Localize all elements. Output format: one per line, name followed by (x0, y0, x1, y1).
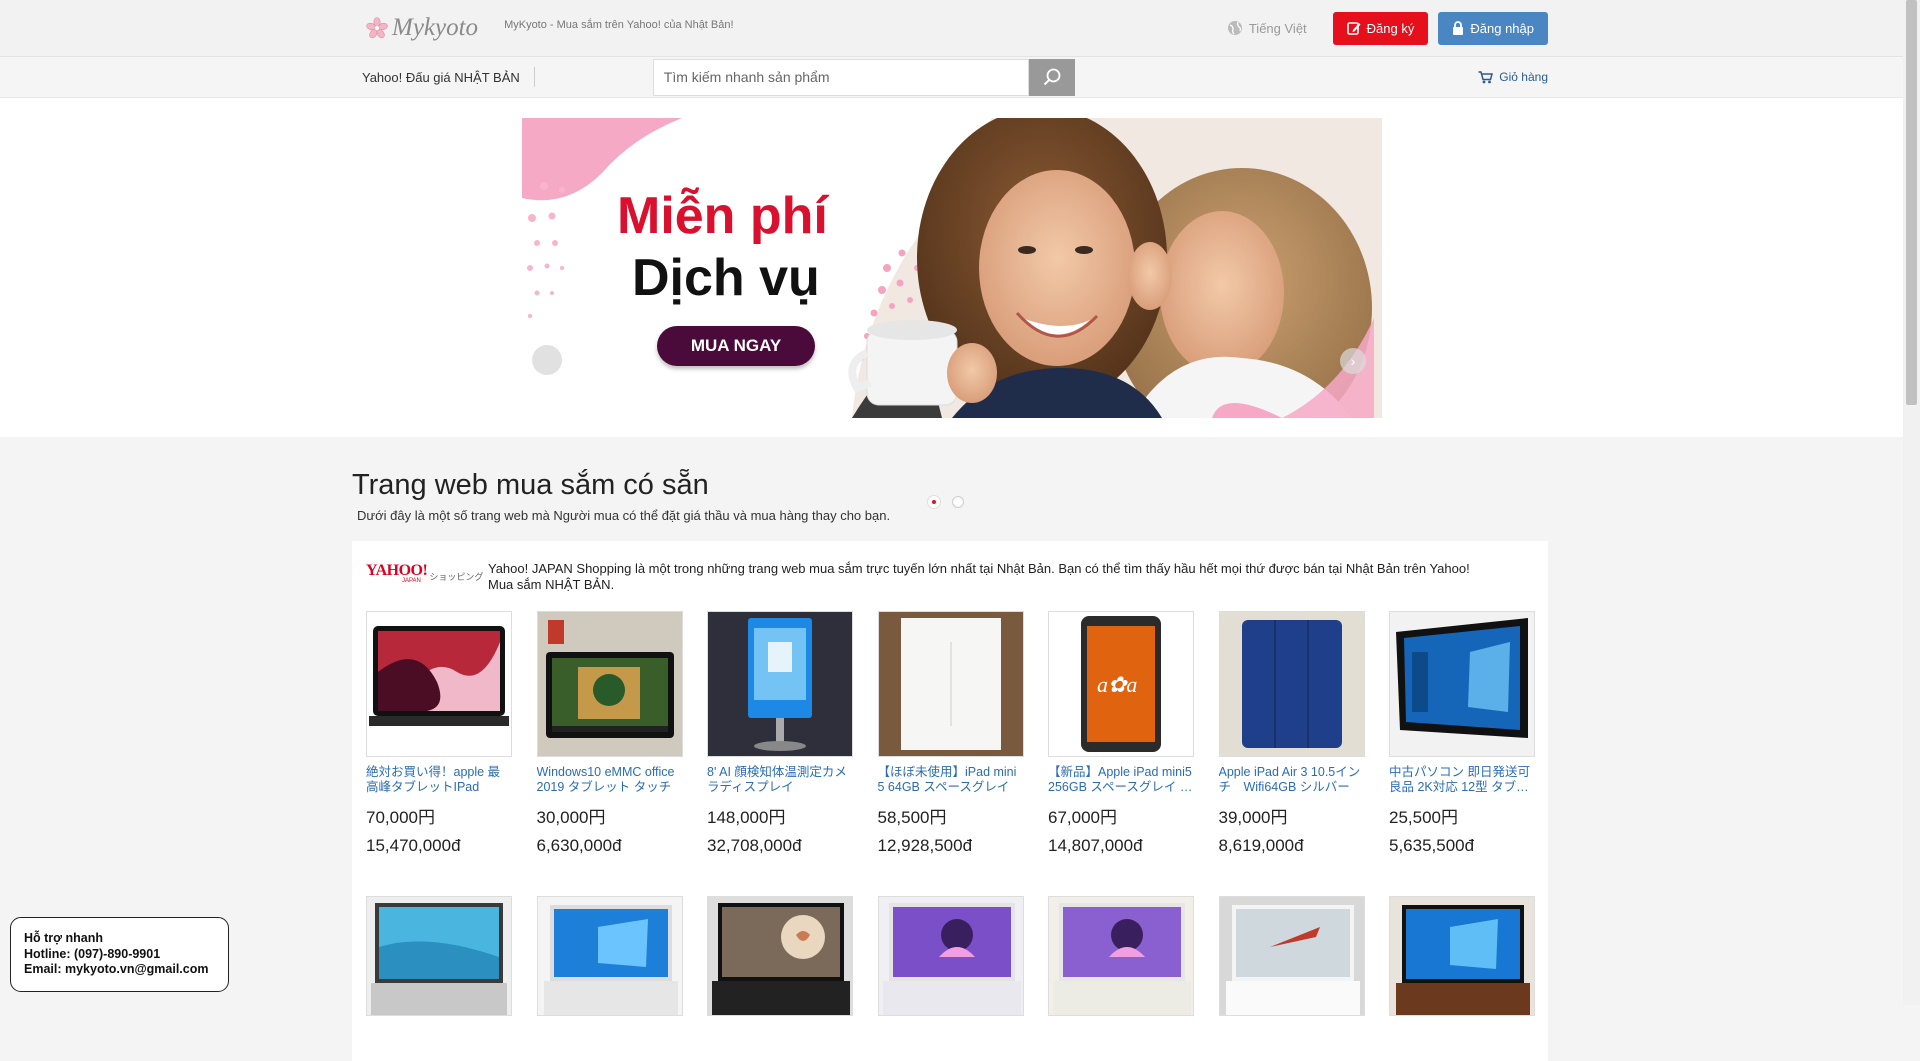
product-image[interactable] (1389, 896, 1535, 1016)
product-image[interactable] (1048, 896, 1194, 1016)
chevron-right-icon: › (1350, 353, 1356, 369)
product-price-vnd: 8,619,000đ (1218, 836, 1304, 855)
product-card[interactable]: 8' AI 顔検知体温測定カメラディスプレイ 148,000円 32,708,000… (707, 611, 853, 856)
product-image[interactable] (536, 896, 683, 1016)
product-card[interactable] (877, 896, 1024, 1016)
scrollbar-thumb[interactable] (1906, 0, 1917, 405)
register-button[interactable]: Đăng ký (1332, 11, 1429, 45)
product-price-vnd: 15,470,000đ (366, 836, 461, 855)
register-label: Đăng ký (1366, 20, 1415, 36)
product-image[interactable] (877, 611, 1024, 757)
cart-icon (1478, 70, 1494, 83)
product-price-yen: 30,000円 (536, 808, 606, 827)
yahoo-logo-text: YAHOO! (366, 562, 428, 579)
support-title: Hỗ trợ nhanh (24, 931, 104, 945)
product-price-yen: 148,000円 (707, 808, 786, 827)
product-price-yen: 39,000円 (1218, 808, 1288, 827)
product-price-yen: 58,500円 (877, 808, 947, 827)
product-name[interactable]: 【新品】Apple iPad mini5 256GB スペースグレイ … (1048, 765, 1194, 795)
cart-link[interactable]: Giỏ hàng (1478, 70, 1548, 84)
support-email: Email: mykyoto.vn@gmail.com (24, 962, 209, 976)
product-card[interactable] (1389, 896, 1535, 1016)
language-selector[interactable]: Tiếng Việt (1227, 20, 1307, 36)
product-image[interactable] (1218, 896, 1365, 1016)
yahoo-shopping-panel: YAHOO! JAPAN ショッピング Yahoo! JAPAN Shoppin… (352, 541, 1548, 1061)
product-price-vnd: 14,807,000đ (1048, 836, 1143, 855)
product-name[interactable]: Apple iPad Air 3 10.5インチ Wifi64GB シルバー (1219, 765, 1365, 795)
product-name[interactable]: Windows10 eMMC office 2019 タブレット タッチパ… (537, 765, 683, 795)
nav-bar: Yahoo! Đấu giá NHẬT BẢN Giỏ hàng (0, 57, 1920, 98)
top-bar: Mykyoto MyKyoto - Mua sắm trên Yahoo! củ… (0, 0, 1920, 57)
page-scrollbar[interactable] (1903, 0, 1920, 1005)
product-card[interactable] (366, 896, 512, 1016)
site-logo[interactable]: Mykyoto (366, 14, 478, 42)
section-subtitle: Dưới đây là một số trang web mà Người mu… (357, 508, 891, 523)
product-grid: 絶対お買い得！apple 最高峰タブレットIPad Pro… 70,000円 15,… (366, 611, 1535, 856)
lock-icon (1453, 21, 1464, 35)
product-image[interactable] (366, 611, 512, 757)
language-label: Tiếng Việt (1248, 20, 1307, 36)
yahoo-shopping-description: Yahoo! JAPAN Shopping là một trong những… (488, 561, 1470, 592)
yahoo-logo-japan: JAPAN (402, 578, 421, 584)
yahoo-logo-sub: ショッピング (429, 571, 484, 582)
search-button[interactable] (1028, 58, 1075, 96)
globe-icon (1227, 21, 1242, 35)
product-card[interactable]: 中古パソコン 即日発送可 良品 2K対応 12型 タブ… 25,500円 5,635… (1389, 611, 1535, 856)
site-tagline: MyKyoto - Mua sắm trên Yahoo! của Nhật B… (504, 19, 734, 31)
search-icon (1043, 68, 1061, 86)
banner-next-arrow[interactable]: › (1340, 348, 1366, 374)
banner-area: Miễn phí Dịch vụ MUA NGAY › (0, 98, 1920, 508)
sakura-icon (366, 17, 388, 39)
product-image[interactable] (1218, 611, 1365, 757)
product-price-yen: 25,500円 (1389, 808, 1458, 827)
cart-label: Giỏ hàng (1499, 70, 1548, 84)
product-price-vnd: 32,708,000đ (707, 836, 802, 855)
product-card[interactable]: Apple iPad Air 3 10.5インチ Wifi64GB シルバー 39… (1218, 611, 1365, 856)
svg-text:a✿a: a✿a (1097, 672, 1137, 697)
product-price-yen: 67,000円 (1048, 808, 1117, 827)
product-card[interactable]: 絶対お買い得！apple 最高峰タブレットIPad Pro… 70,000円 15,… (366, 611, 512, 856)
product-card[interactable] (707, 896, 853, 1016)
product-card[interactable]: 【ほぼ未使用】iPad mini 5 64GB スペースグレイ S… 58,500… (877, 611, 1024, 856)
nav-yahoo-auction-link[interactable]: Yahoo! Đấu giá NHẬT BẢN (362, 67, 535, 87)
login-label: Đăng nhập (1470, 20, 1534, 36)
product-image[interactable] (707, 896, 853, 1016)
product-name[interactable]: 中古パソコン 即日発送可 良品 2K対応 12型 タブ… (1389, 765, 1535, 795)
product-image[interactable] (366, 896, 512, 1016)
search-input[interactable] (652, 58, 1029, 96)
product-image[interactable] (877, 896, 1024, 1016)
product-image[interactable] (1389, 611, 1535, 757)
product-card[interactable] (1048, 896, 1194, 1016)
shopping-section: Trang web mua sắm có sẵn Dưới đây là một… (352, 469, 1548, 1061)
product-price-vnd: 12,928,500đ (877, 836, 973, 855)
edit-icon (1346, 22, 1361, 35)
product-card[interactable]: a✿a 【新品】Apple iPad mini5 256GB スペースグレイ … 6… (1048, 611, 1194, 856)
yahoo-shopping-logo[interactable]: YAHOO! JAPAN ショッピング (366, 561, 488, 591)
product-image[interactable]: a✿a (1048, 611, 1194, 757)
login-button[interactable]: Đăng nhập (1438, 11, 1548, 45)
product-name[interactable]: 絶対お買い得！apple 最高峰タブレットIPad Pro… (366, 765, 512, 795)
search-bar (652, 58, 1075, 96)
banner-prev-arrow[interactable] (532, 345, 562, 375)
product-price-vnd: 5,635,500đ (1389, 836, 1475, 855)
product-card[interactable] (536, 896, 683, 1016)
support-hotline: Hotline: (097)-890-9901 (24, 946, 161, 961)
banner-headline-1: Miễn phí (617, 187, 828, 245)
product-card[interactable]: Windows10 eMMC office 2019 タブレット タッチパ… 30… (536, 611, 683, 856)
logo-text: Mykyoto (392, 14, 479, 41)
banner-headline-2: Dịch vụ (632, 249, 820, 307)
product-price-yen: 70,000円 (366, 808, 435, 827)
product-image[interactable] (707, 611, 853, 757)
product-grid-row2 (366, 896, 1535, 1016)
product-card[interactable] (1218, 896, 1365, 1016)
product-name[interactable]: 【ほぼ未使用】iPad mini 5 64GB スペースグレイ S… (878, 765, 1024, 795)
section-title: Trang web mua sắm có sẵn (352, 469, 709, 501)
promo-banner[interactable]: Miễn phí Dịch vụ MUA NGAY (522, 118, 1382, 418)
product-image[interactable] (536, 611, 683, 757)
product-name[interactable]: 8' AI 顔検知体温測定カメラディスプレイ (707, 765, 853, 795)
support-box[interactable]: Hỗ trợ nhanh Hotline: (097)-890-9901 Ema… (10, 917, 229, 992)
product-price-vnd: 6,630,000đ (536, 836, 622, 855)
banner-cta-button[interactable]: MUA NGAY (657, 326, 815, 366)
